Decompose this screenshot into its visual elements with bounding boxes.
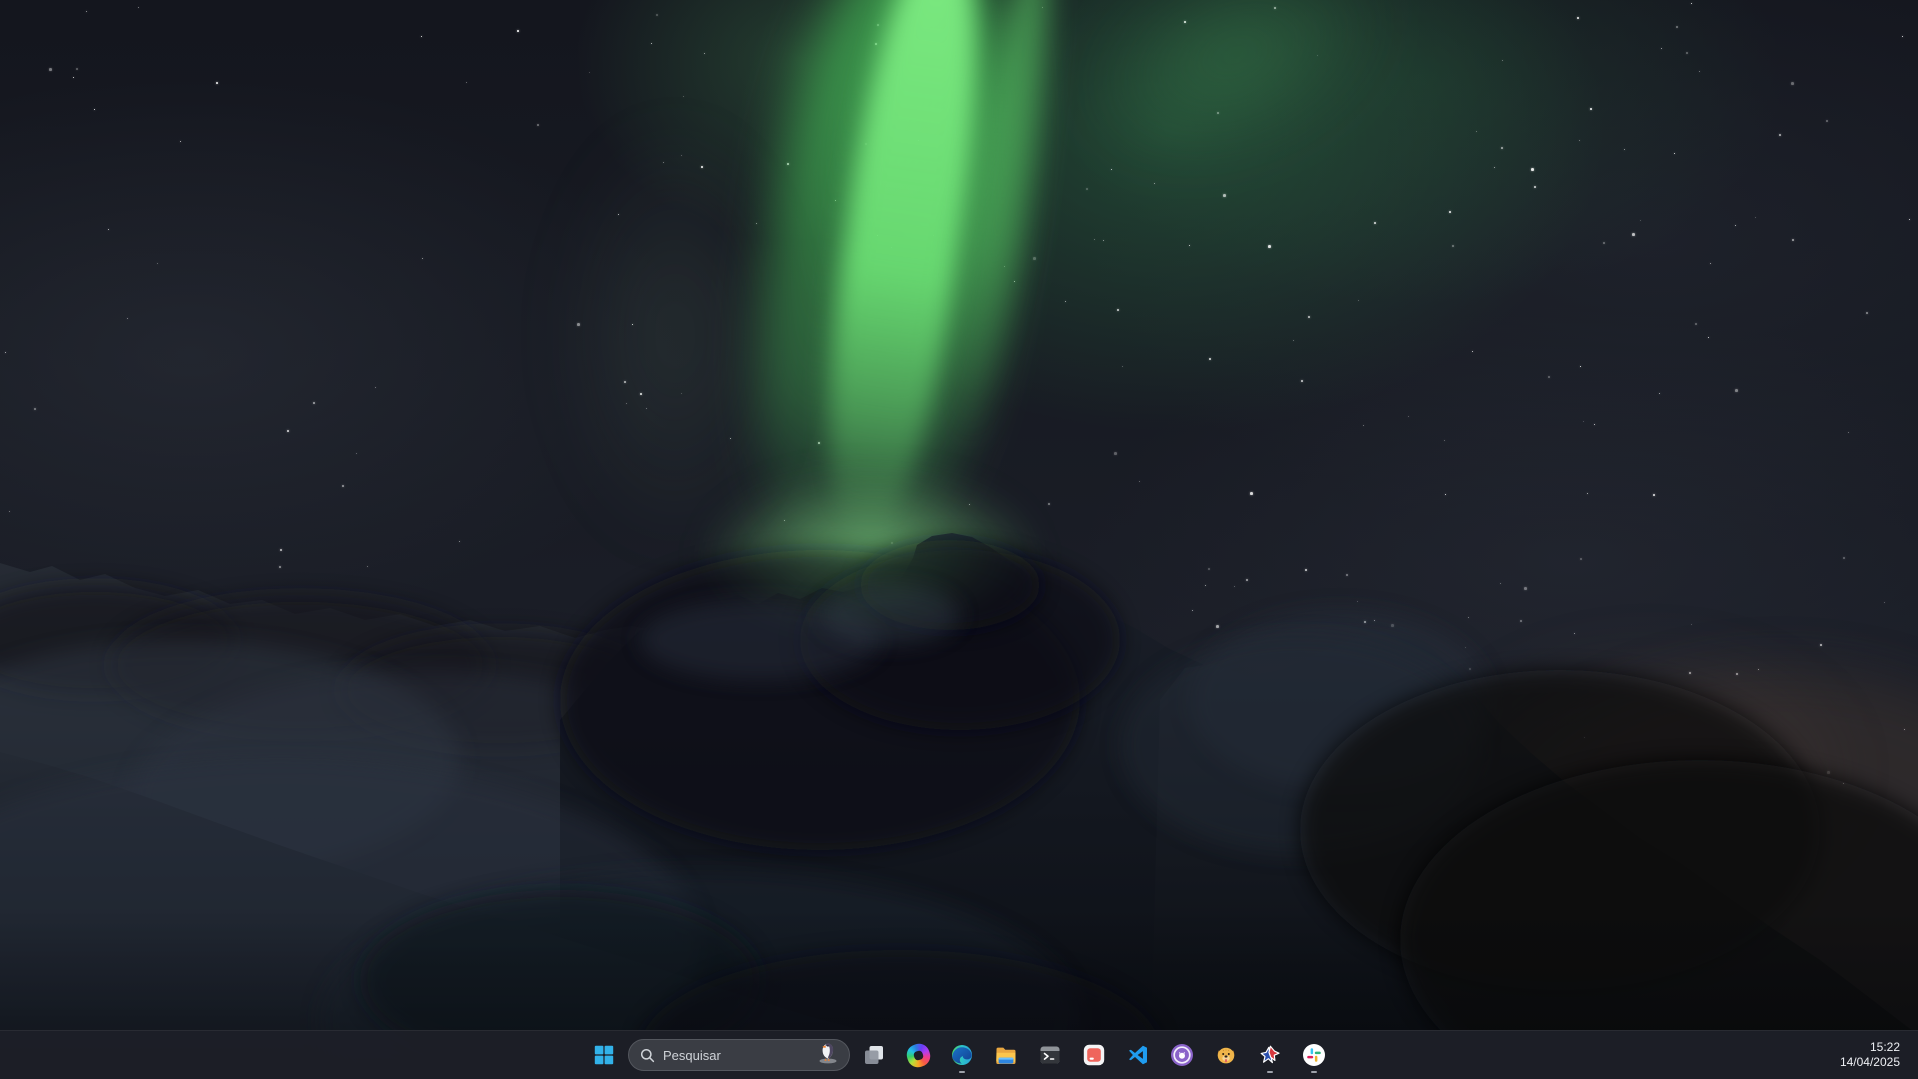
copilot-button[interactable] — [898, 1035, 938, 1075]
copilot-icon — [904, 1041, 933, 1070]
file-explorer-button[interactable] — [986, 1035, 1026, 1075]
clock-time: 15:22 — [1840, 1040, 1900, 1055]
terminal-button[interactable] — [1030, 1035, 1070, 1075]
vscode-button[interactable] — [1118, 1035, 1158, 1075]
taskbar-center-group — [584, 1031, 1334, 1079]
slack-icon — [1302, 1043, 1326, 1067]
task-view-icon — [862, 1043, 886, 1067]
red-square-app-button[interactable] — [1074, 1035, 1114, 1075]
running-indicator — [1267, 1071, 1273, 1074]
task-view-button[interactable] — [854, 1035, 894, 1075]
slack-button[interactable] — [1294, 1035, 1334, 1075]
a-star-icon — [1258, 1043, 1282, 1067]
vscode-icon — [1126, 1043, 1150, 1067]
taskbar-clock[interactable]: 15:22 14/04/2025 — [1840, 1040, 1900, 1070]
search-box[interactable] — [628, 1039, 850, 1071]
desktop[interactable] — [0, 0, 1918, 1079]
puffin-bird-image — [814, 1039, 841, 1069]
search-icon — [640, 1048, 655, 1063]
edge-button[interactable] — [942, 1035, 982, 1075]
github-desktop-icon — [1170, 1043, 1194, 1067]
desktop-wallpaper-aurora — [0, 0, 1918, 1079]
edge-browser-icon — [950, 1043, 974, 1067]
dog-app-button[interactable] — [1206, 1035, 1246, 1075]
red-square-app-icon — [1082, 1043, 1106, 1067]
aurora-peak-glow — [710, 480, 1030, 630]
start-button[interactable] — [584, 1035, 624, 1075]
running-indicator — [959, 1071, 965, 1074]
windows-start-icon — [592, 1043, 616, 1067]
taskbar: 15:22 14/04/2025 — [0, 1030, 1918, 1079]
github-desktop-button[interactable] — [1162, 1035, 1202, 1075]
clock-date: 14/04/2025 — [1840, 1055, 1900, 1070]
file-explorer-icon — [994, 1043, 1018, 1067]
terminal-icon — [1038, 1043, 1062, 1067]
a-star-app-button[interactable] — [1250, 1035, 1290, 1075]
running-indicator — [1311, 1071, 1317, 1074]
system-tray: 15:22 14/04/2025 — [1840, 1031, 1918, 1079]
dog-face-icon — [1214, 1043, 1238, 1067]
